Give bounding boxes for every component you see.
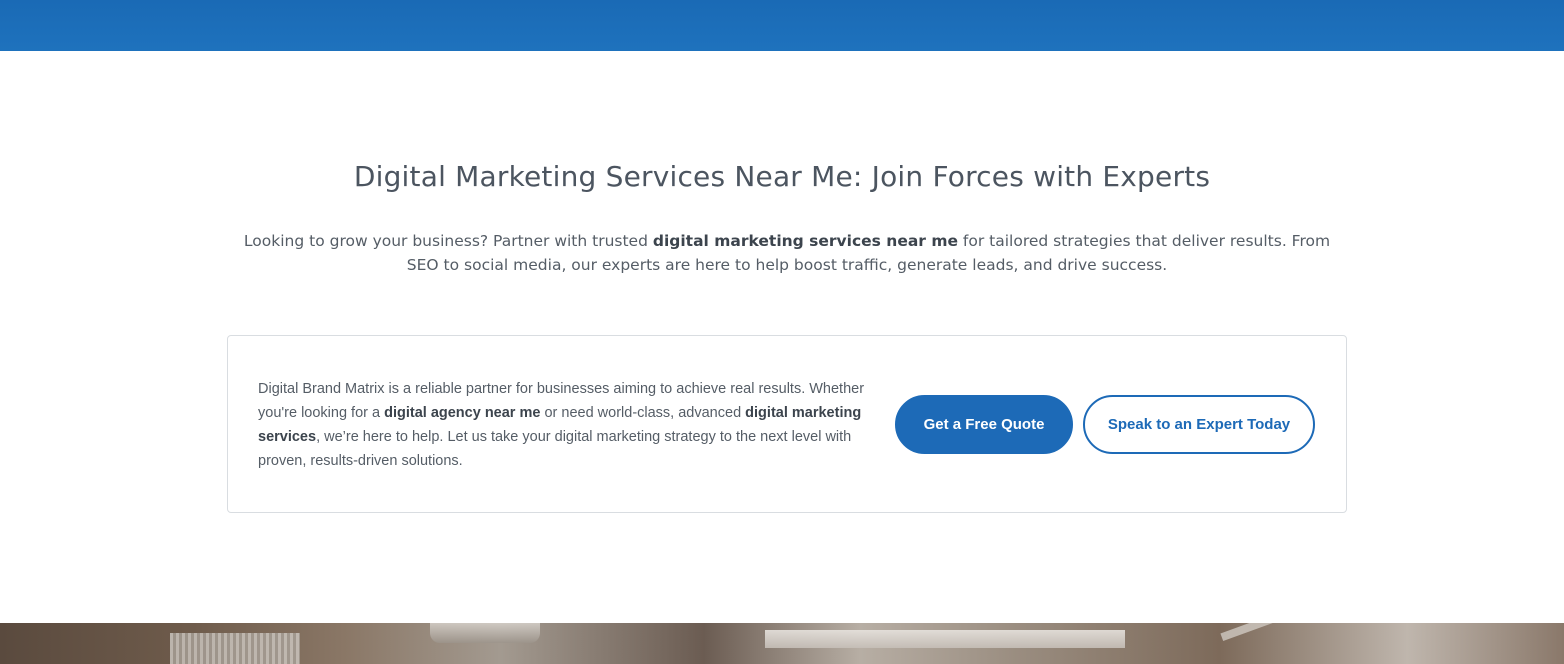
cta-text-2: or need world-class, advanced [540, 405, 746, 421]
cta-text-3: , we’re here to help. Let us take your d… [258, 429, 852, 469]
cta-keyword-agency: digital agency near me [384, 405, 541, 421]
ceiling-duct [430, 623, 540, 643]
page-title: Digital Marketing Services Near Me: Join… [353, 160, 1211, 193]
intro-text-1: Looking to grow your business? Partner w… [243, 232, 653, 250]
top-navigation-bar [0, 0, 1564, 51]
ceiling-pipe [1220, 623, 1280, 642]
ceiling-vent [170, 633, 300, 664]
office-background-image [0, 623, 1564, 664]
cta-card: Digital Brand Matrix is a reliable partn… [227, 335, 1347, 513]
get-free-quote-button[interactable]: Get a Free Quote [895, 395, 1073, 454]
hero-section: Digital Marketing Services Near Me: Join… [0, 51, 1564, 623]
cta-description: Digital Brand Matrix is a reliable partn… [258, 377, 878, 473]
speak-to-expert-button[interactable]: Speak to an Expert Today [1083, 395, 1315, 454]
intro-keyword: digital marketing services near me [652, 232, 958, 250]
ceiling-beam [765, 630, 1125, 648]
intro-paragraph: Looking to grow your business? Partner w… [232, 229, 1342, 277]
